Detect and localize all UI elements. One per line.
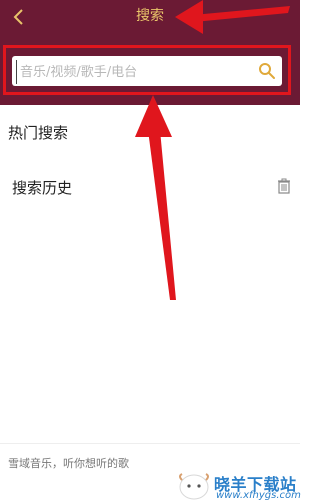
annotation-arrow-up-icon [135,95,176,300]
footer-divider [0,443,300,444]
watermark-logo: 晓羊下载站 www.xfhygs.com [176,470,301,503]
page-title: 搜索 [136,8,164,24]
watermark-url: www.xfhygs.com [216,490,301,501]
hot-search-heading: 热门搜索 [8,124,69,142]
sheep-logo-icon [179,473,209,500]
trash-icon[interactable] [277,178,291,194]
search-highlight-frame [3,45,291,95]
search-input[interactable] [16,60,252,84]
search-box[interactable] [12,56,282,86]
footer-slogan: 雪域音乐，听你想听的歌 [8,457,129,470]
header-bar: 搜索 [0,0,300,105]
search-icon[interactable] [258,62,276,80]
search-history-heading: 搜索历史 [12,179,73,197]
